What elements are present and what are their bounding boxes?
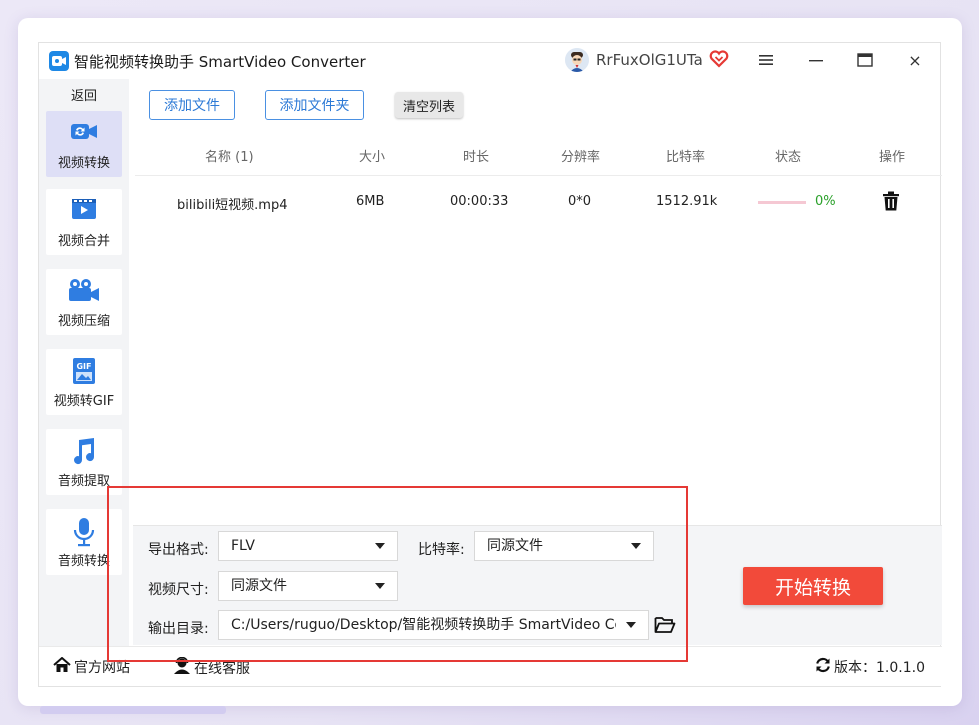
column-header-bitrate: 比特率 [666, 150, 706, 165]
output-label: 输出目录: [148, 621, 209, 637]
vip-heart-icon[interactable] [709, 49, 729, 73]
file-resolution: 0*0 [568, 194, 592, 209]
official-website-label: 官方网站 [74, 660, 130, 676]
size-value: 同源文件 [231, 578, 287, 594]
microphone-icon [46, 517, 122, 547]
back-button[interactable]: 返回 [39, 85, 129, 104]
app-window: 智能视频转换助手 SmartVideo Converter RrFuxOlG1U… [38, 42, 942, 687]
menu-icon[interactable] [753, 49, 779, 71]
column-header-status: 状态 [775, 150, 802, 165]
sidebar-item-label: 音频转换 [57, 554, 110, 569]
chevron-down-icon [375, 543, 385, 549]
avatar[interactable] [565, 48, 589, 72]
column-header-action: 操作 [879, 150, 906, 165]
progress-text: 0% [815, 194, 836, 209]
size-select[interactable]: 同源文件 [218, 571, 398, 601]
gif-icon: GIF [46, 357, 122, 384]
app-title: 智能视频转换助手 SmartVideo Converter [74, 53, 366, 71]
home-icon [53, 656, 71, 677]
sidebar-item-label: 视频转GIF [53, 394, 115, 409]
sidebar-item-video-gif[interactable]: GIF 视频转GIF [46, 349, 122, 415]
clear-list-button[interactable]: 清空列表 [395, 92, 463, 118]
video-camera-icon [46, 277, 122, 303]
sidebar-item-video-convert[interactable]: 视频转换 [46, 111, 122, 177]
settings-panel: 导出格式: FLV 比特率: 同源文件 视频尺寸: 同源文件 输出目录: C:/… [133, 525, 942, 645]
format-label: 导出格式: [148, 542, 209, 558]
column-header-resolution: 分辨率 [561, 150, 601, 165]
sidebar: 返回 视频转换 视频合并 视频压缩 GIF 视频转GIF 音频提取 音频转换 [39, 79, 129, 647]
add-file-button[interactable]: 添加文件 [149, 90, 235, 120]
sidebar-item-video-compress[interactable]: 视频压缩 [46, 269, 122, 335]
sidebar-item-audio-convert[interactable]: 音频转换 [46, 509, 122, 575]
file-table: 名称 (1) 大小 时长 分辨率 比特率 状态 操作 bilibili短视频.m… [135, 130, 942, 525]
table-header: 名称 (1) 大小 时长 分辨率 比特率 状态 操作 [135, 130, 942, 176]
online-support-link[interactable]: 在线客服 [173, 656, 250, 678]
format-select[interactable]: FLV [218, 531, 398, 561]
app-logo-icon [49, 51, 69, 71]
bitrate-value: 同源文件 [487, 538, 543, 554]
progress-bar [758, 201, 806, 204]
output-dir-select[interactable]: C:/Users/ruguo/Desktop/智能视频转换助手 SmartVid… [218, 610, 649, 640]
chevron-down-icon [631, 543, 641, 549]
official-website-link[interactable]: 官方网站 [53, 656, 130, 677]
chevron-down-icon [375, 583, 385, 589]
footer: 官方网站 在线客服 版本：1.0.1.0 [39, 646, 942, 686]
column-header-size: 大小 [359, 150, 386, 165]
add-folder-button[interactable]: 添加文件夹 [265, 90, 364, 120]
trash-icon[interactable] [882, 191, 900, 215]
minimize-icon[interactable] [803, 49, 829, 71]
refresh-icon [815, 657, 831, 677]
folder-open-icon[interactable] [654, 616, 676, 638]
video-merge-icon [46, 197, 122, 223]
file-bitrate: 1512.91k [656, 194, 718, 209]
video-convert-icon [46, 119, 122, 145]
background-strip [40, 706, 226, 714]
chevron-down-icon [626, 622, 636, 628]
file-name: bilibili短视频.mp4 [177, 198, 288, 213]
file-size: 6MB [356, 194, 385, 209]
sidebar-item-label: 视频压缩 [57, 314, 110, 329]
size-label: 视频尺寸: [148, 582, 209, 598]
file-duration: 00:00:33 [450, 194, 509, 209]
bitrate-label: 比特率: [418, 542, 465, 558]
output-dir-value: C:/Users/ruguo/Desktop/智能视频转换助手 SmartVid… [231, 617, 616, 633]
column-header-name[interactable]: 名称 (1) [205, 146, 254, 165]
sidebar-item-video-merge[interactable]: 视频合并 [46, 189, 122, 255]
title-bar: 智能视频转换助手 SmartVideo Converter RrFuxOlG1U… [39, 43, 942, 79]
start-convert-button[interactable]: 开始转换 [743, 567, 883, 605]
sidebar-item-label: 音频提取 [57, 474, 110, 489]
online-support-label: 在线客服 [194, 660, 250, 677]
sidebar-item-audio-extract[interactable]: 音频提取 [46, 429, 122, 495]
username[interactable]: RrFuxOlG1UTa [596, 51, 703, 69]
version-info[interactable]: 版本：1.0.1.0 [815, 657, 925, 677]
close-icon[interactable]: × [902, 49, 928, 71]
sidebar-item-label: 视频转换 [57, 156, 110, 171]
svg-text:GIF: GIF [76, 362, 91, 371]
maximize-icon[interactable] [852, 49, 878, 71]
music-note-icon [46, 437, 122, 465]
sidebar-item-label: 视频合并 [57, 234, 110, 249]
format-value: FLV [231, 538, 255, 554]
column-header-duration: 时长 [463, 150, 490, 165]
table-row[interactable]: bilibili短视频.mp4 6MB 00:00:33 0*0 1512.91… [135, 177, 942, 225]
bitrate-select[interactable]: 同源文件 [474, 531, 654, 561]
version-label: 版本：1.0.1.0 [834, 660, 925, 676]
support-agent-icon [173, 656, 191, 678]
